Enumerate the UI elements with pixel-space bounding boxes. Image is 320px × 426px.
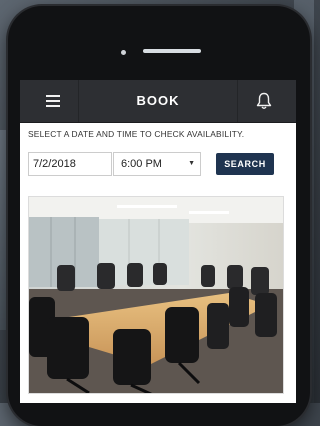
bell-icon — [256, 92, 272, 109]
front-camera — [121, 50, 126, 55]
menu-button[interactable] — [26, 80, 79, 122]
chevron-down-icon: ▼ — [188, 160, 195, 167]
time-select-value: 6:00 PM — [121, 158, 162, 170]
conference-room-image — [29, 197, 283, 393]
page-title: BOOK — [136, 93, 180, 108]
search-button[interactable]: SEARCH — [216, 153, 274, 175]
app-screen: BOOK SELECT A DATE AND TIME TO CHECK AVA… — [20, 80, 296, 403]
time-select[interactable]: 6:00 PM ▼ — [113, 152, 201, 176]
date-field[interactable] — [28, 152, 112, 176]
room-photo[interactable] — [28, 196, 284, 394]
availability-prompt: SELECT A DATE AND TIME TO CHECK AVAILABI… — [28, 129, 245, 139]
notifications-button[interactable] — [237, 80, 290, 122]
earpiece-speaker — [143, 49, 201, 53]
top-navigation-bar: BOOK — [20, 80, 296, 123]
